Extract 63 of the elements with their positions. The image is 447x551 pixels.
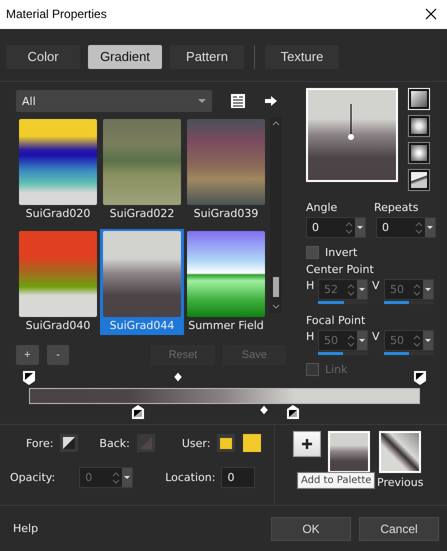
tab[interactable]: Pattern	[170, 44, 244, 69]
tab[interactable]: Color	[6, 44, 80, 69]
window-title: Material Properties	[6, 7, 107, 22]
gradient-preset[interactable]: Summer Field	[184, 229, 268, 336]
list-button[interactable]: +	[16, 345, 39, 366]
caret-icon	[198, 98, 206, 104]
field-label: Fore:	[26, 436, 54, 450]
gradient-style-button[interactable]	[408, 142, 430, 164]
color-stop-marker[interactable]	[131, 404, 146, 420]
gradient-preset[interactable]: SuiGrad022	[100, 117, 184, 224]
foreground-swatch-icon[interactable]	[59, 433, 80, 454]
midpoint-marker[interactable]	[172, 372, 183, 382]
arrow-right-icon[interactable]	[264, 95, 278, 108]
gradient-preview[interactable]	[306, 88, 398, 182]
axis-label: V	[372, 330, 380, 344]
field-label: Angle	[306, 201, 338, 214]
caret-icon[interactable]	[425, 218, 435, 238]
checkbox-label: Link	[325, 363, 348, 376]
tab[interactable]: Texture	[265, 44, 339, 69]
user-swatch-icon[interactable]	[216, 433, 236, 454]
add-button[interactable]	[293, 431, 321, 458]
checkbox-label: Invert	[325, 246, 358, 260]
close-icon[interactable]	[425, 8, 437, 20]
current-gradient-swatch[interactable]	[328, 431, 370, 474]
field-label: Repeats	[374, 201, 418, 214]
gradient-preset[interactable]: SuiGrad040	[16, 229, 100, 336]
number-field[interactable]: 0	[306, 217, 366, 238]
gradient-preset[interactable]: SuiGrad039	[184, 117, 268, 224]
field-label: User:	[182, 436, 210, 450]
color-stop-marker[interactable]	[286, 404, 300, 420]
help-link[interactable]: Help	[13, 522, 263, 536]
field-label: Location:	[165, 471, 216, 484]
previous-gradient-swatch[interactable]	[379, 431, 422, 474]
list-view-icon[interactable]	[230, 93, 246, 110]
section-label: Center Point	[306, 263, 375, 276]
swatch-label: Previous	[377, 476, 424, 490]
gradient-preset[interactable]: SuiGrad044	[100, 229, 184, 336]
section-label: Focal Point	[306, 314, 366, 328]
gradient-bar[interactable]	[29, 388, 420, 404]
number-field[interactable]: 0	[376, 217, 436, 238]
axis-label: H	[306, 279, 314, 292]
caret-icon[interactable]	[355, 218, 365, 238]
gradient-style-button[interactable]	[408, 169, 430, 192]
plus-icon	[301, 438, 313, 450]
color-stop-marker[interactable]	[413, 370, 427, 386]
dialog-button[interactable]: OK	[271, 516, 351, 541]
gradient-style-button[interactable]	[408, 115, 430, 138]
user-swatch-icon[interactable]	[242, 433, 262, 454]
gradient-preset[interactable]: SuiGrad020	[16, 117, 100, 224]
list-button[interactable]: -	[46, 345, 70, 366]
field-label: Back:	[99, 436, 130, 450]
field-label: Opacity:	[10, 471, 56, 484]
dialog-button[interactable]: Cancel	[359, 516, 439, 541]
tab[interactable]: Gradient	[88, 44, 162, 69]
angle-handle-icon[interactable]	[346, 104, 356, 142]
category-dropdown[interactable]: All	[16, 90, 212, 112]
axis-label: V	[372, 279, 380, 292]
color-stop-marker[interactable]	[22, 370, 36, 386]
checkbox[interactable]	[306, 246, 319, 260]
tooltip: Add to Palette	[297, 472, 376, 490]
axis-label: H	[306, 330, 314, 344]
background-swatch-icon[interactable]	[136, 433, 156, 454]
location-field[interactable]: 0	[221, 467, 256, 488]
